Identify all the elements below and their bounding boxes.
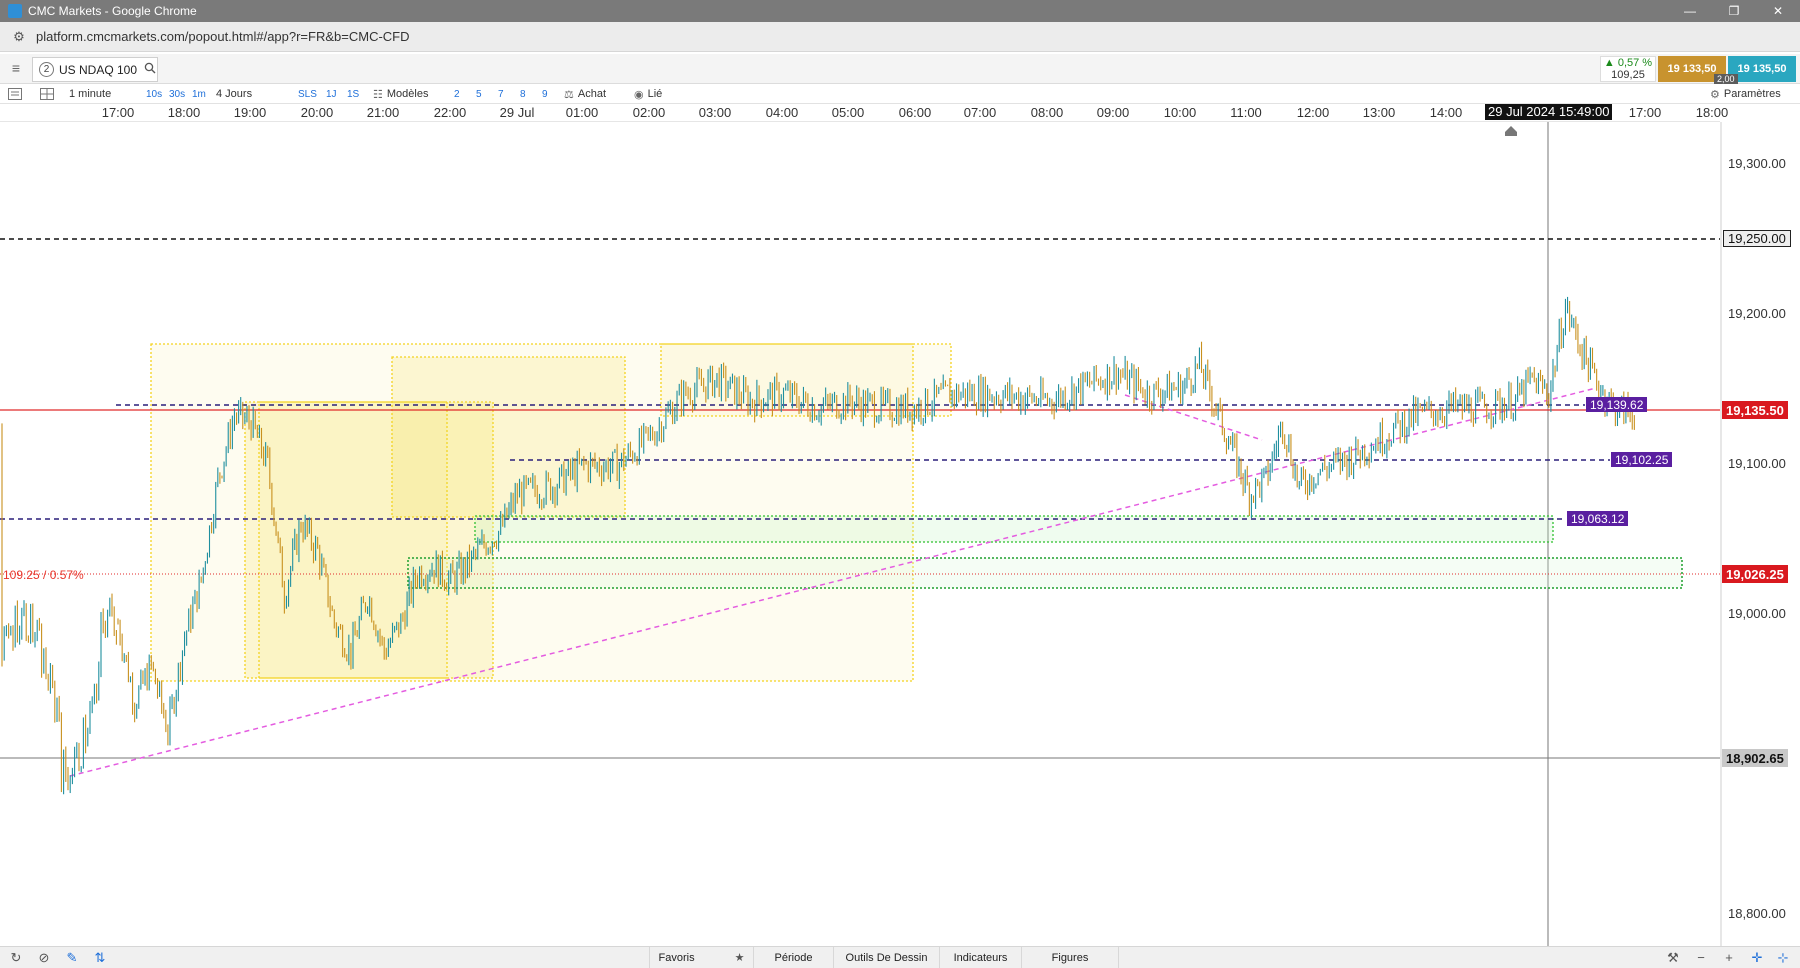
- tab-figures[interactable]: Figures: [1021, 947, 1119, 968]
- pencil-icon[interactable]: ✎: [63, 950, 81, 966]
- level-tag-19250: 19,250.00: [1723, 230, 1791, 247]
- zoom-in-icon[interactable]: +: [1720, 950, 1738, 966]
- price-label: 19,000.00: [1728, 606, 1786, 621]
- figures-label: Figures: [1051, 951, 1089, 964]
- change-label: 109.25 / 0.57%: [3, 568, 84, 582]
- period-tab-label: Période: [774, 951, 813, 964]
- zoom-out-icon[interactable]: −: [1692, 950, 1710, 966]
- favorites-label: Favoris: [658, 951, 695, 964]
- arrows-icon[interactable]: ⇅: [91, 950, 109, 966]
- zone-fill: [392, 357, 625, 517]
- green-zone-upper[interactable]: [474, 515, 1554, 543]
- tools-icon[interactable]: ⚒: [1664, 950, 1682, 966]
- tab-favorites[interactable]: Favoris ★: [649, 947, 753, 968]
- clear-icon[interactable]: ⊘: [35, 950, 53, 966]
- drawing-tools-label: Outils De Dessin: [845, 951, 928, 964]
- green-zone-lower[interactable]: [407, 557, 1683, 589]
- level-tag-19102[interactable]: 19,102.25: [1611, 452, 1673, 467]
- price-label: 19,200.00: [1728, 306, 1786, 321]
- reference-price-tag: 19,026.25: [1722, 565, 1788, 583]
- level-tag-19139[interactable]: 19,139.62: [1586, 397, 1648, 412]
- tab-drawing-tools[interactable]: Outils De Dessin: [833, 947, 939, 968]
- price-chart[interactable]: [0, 0, 1800, 946]
- indicators-label: Indicateurs: [953, 951, 1008, 964]
- crosshair-price-tag: 18,902.65: [1722, 749, 1788, 767]
- star-icon[interactable]: ★: [735, 951, 745, 964]
- level-tag-19063[interactable]: 19,063.12: [1567, 511, 1629, 526]
- refresh-icon[interactable]: ↻: [7, 950, 25, 966]
- event-marker-icon[interactable]: [1505, 126, 1517, 136]
- fit-icon[interactable]: ⊹: [1774, 950, 1792, 966]
- price-label: 19,100.00: [1728, 456, 1786, 471]
- bottom-toolbar: ↻ ⊘ ✎ ⇅ Favoris ★ Période Outils De Dess…: [0, 946, 1800, 968]
- tab-period[interactable]: Période: [753, 947, 833, 968]
- price-label: 18,800.00: [1728, 906, 1786, 921]
- tab-indicators[interactable]: Indicateurs: [939, 947, 1021, 968]
- crosshair-icon[interactable]: ✛: [1748, 950, 1766, 966]
- price-label: 19,300.00: [1728, 156, 1786, 171]
- current-price-tag: 19,135.50: [1722, 401, 1788, 419]
